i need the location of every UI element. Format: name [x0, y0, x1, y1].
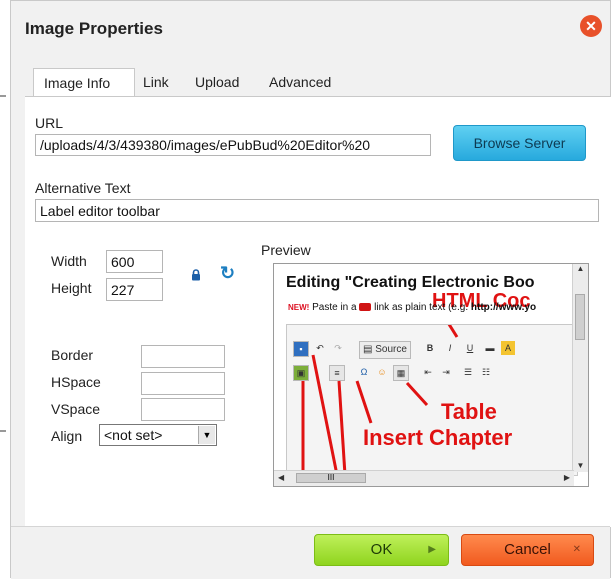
- tab-image-info[interactable]: Image Info: [33, 68, 135, 96]
- tab-link[interactable]: Link: [143, 68, 169, 96]
- close-icon[interactable]: ✕: [580, 15, 602, 37]
- border-label: Border: [51, 347, 94, 363]
- cancel-button[interactable]: Cancel ✕: [461, 534, 594, 566]
- width-label: Width: [51, 253, 87, 269]
- vspace-label: VSpace: [51, 401, 101, 417]
- dialog-footer: OK ▶ Cancel ✕: [11, 526, 610, 579]
- note-text: Paste in a: [312, 302, 357, 313]
- alt-text-input[interactable]: [35, 199, 599, 222]
- ok-label: OK: [370, 541, 393, 558]
- scroll-thumb[interactable]: III: [296, 473, 366, 483]
- tab-label: Image Info: [44, 75, 111, 91]
- tab-upload[interactable]: Upload: [195, 68, 239, 96]
- preview-horizontal-scrollbar[interactable]: ◀ III ▶: [274, 470, 574, 486]
- annotation-insert-chapter: Insert Chapter: [363, 425, 513, 450]
- image-info-panel: URL Browse Server Alternative Text Width…: [25, 96, 611, 527]
- height-label: Height: [51, 280, 92, 296]
- tab-label: Link: [143, 74, 169, 90]
- align-select[interactable]: <not set> ▼: [99, 424, 217, 446]
- dialog-title: Image Properties: [25, 19, 163, 38]
- hspace-label: HSpace: [51, 374, 101, 390]
- edge-mark: [0, 430, 6, 432]
- new-badge: NEW!: [288, 303, 310, 312]
- scroll-right-icon[interactable]: ▶: [564, 473, 570, 482]
- scroll-left-icon[interactable]: ◀: [278, 473, 284, 482]
- tab-advanced[interactable]: Advanced: [269, 68, 331, 96]
- width-input[interactable]: [106, 250, 163, 273]
- note-text-2: link as plain text (e.g.: [374, 302, 469, 313]
- note-url: http://www.yo: [470, 302, 537, 313]
- scroll-thumb-grip: III: [327, 473, 335, 482]
- preview-pane[interactable]: Editing "Creating Electronic Boo HTML Co…: [273, 263, 589, 487]
- ok-button[interactable]: OK ▶: [314, 534, 449, 566]
- lock-icon[interactable]: [191, 269, 201, 281]
- dialog-titlebar: Image Properties ✕: [11, 1, 610, 59]
- tab-label: Advanced: [269, 74, 332, 90]
- annotation-table: Table: [441, 399, 497, 424]
- editor-toolbar-image: ▪ ↶ ↷ ▤ Source B I U ▬ A ▣ ≡ Ω ☺ ▦ ⇤ ⇥ ☰…: [286, 324, 578, 476]
- image-properties-dialog: Image Properties ✕ Image Info Link Uploa…: [10, 0, 611, 579]
- preview-vertical-scrollbar[interactable]: ▲ ▼: [572, 264, 588, 472]
- preview-label: Preview: [261, 242, 311, 258]
- youtube-icon: [359, 303, 372, 312]
- reset-size-icon[interactable]: ↻: [220, 263, 235, 284]
- border-input[interactable]: [141, 345, 225, 368]
- cancel-label: Cancel: [504, 541, 551, 558]
- scroll-down-icon[interactable]: ▼: [573, 461, 588, 470]
- align-selected-value: <not set>: [104, 427, 163, 443]
- browse-server-button[interactable]: Browse Server: [453, 125, 586, 161]
- scroll-thumb[interactable]: [575, 294, 585, 340]
- edge-mark: [0, 95, 6, 97]
- align-label: Align: [51, 428, 83, 444]
- vspace-input[interactable]: [141, 398, 225, 421]
- hspace-input[interactable]: [141, 372, 225, 395]
- close-icon: ✕: [572, 544, 581, 555]
- url-input[interactable]: [35, 134, 431, 156]
- scroll-up-icon[interactable]: ▲: [573, 264, 588, 273]
- annotation-arrows: [301, 325, 459, 475]
- url-label: URL: [35, 115, 64, 131]
- preview-note: NEW! Paste in a link as plain text (e.g.…: [288, 302, 536, 313]
- arrow-right-icon: ▶: [428, 544, 436, 555]
- chevron-down-icon[interactable]: ▼: [198, 426, 215, 444]
- alt-text-label: Alternative Text: [35, 180, 131, 196]
- height-input[interactable]: [106, 278, 163, 301]
- tab-label: Upload: [195, 74, 240, 90]
